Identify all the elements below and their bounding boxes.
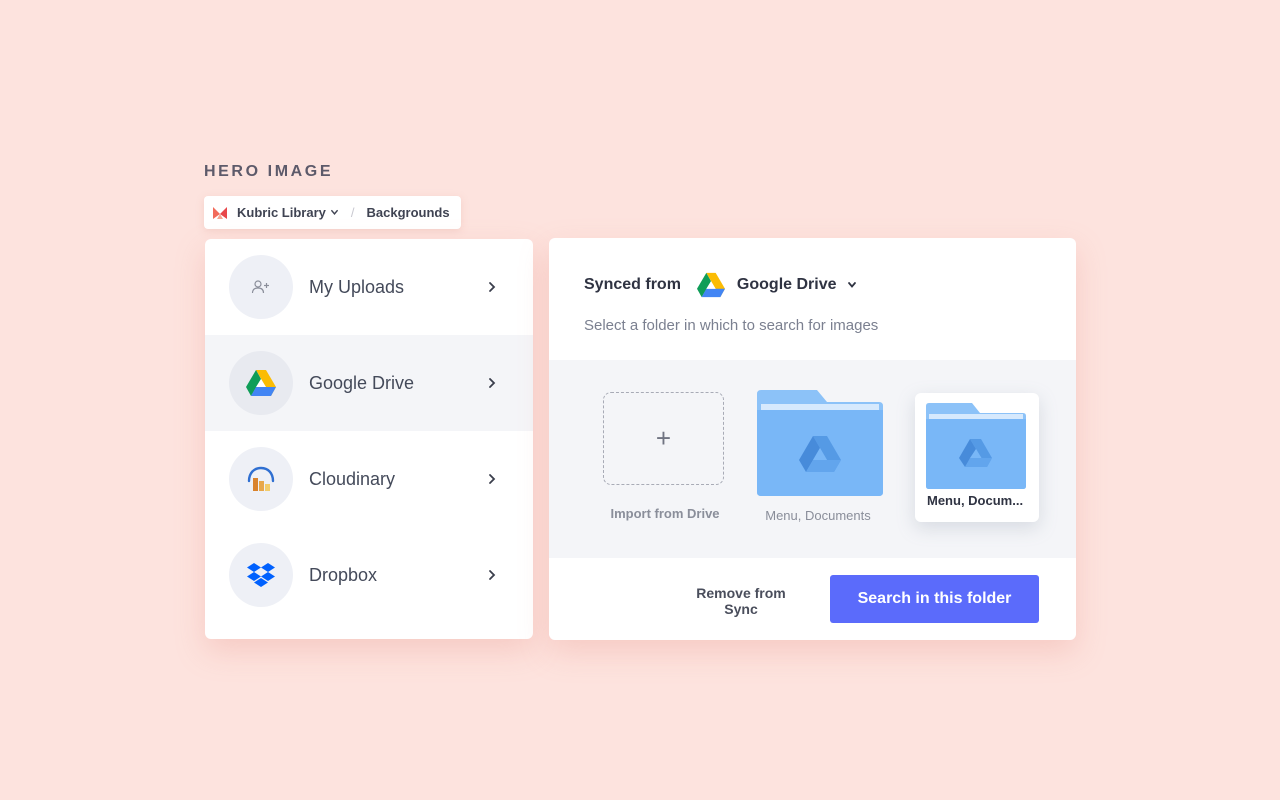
chevron-right-icon	[489, 282, 496, 292]
chevron-right-icon	[489, 474, 496, 484]
source-icon-circle	[229, 351, 293, 415]
chevron-down-icon[interactable]	[847, 280, 857, 290]
source-icon-circle	[229, 543, 293, 607]
folder-icon[interactable]	[757, 390, 883, 496]
breadcrumb-current[interactable]: Backgrounds	[366, 205, 449, 220]
source-icon-circle	[229, 255, 293, 319]
chevron-right-icon	[489, 570, 496, 580]
breadcrumb: Kubric Library / Backgrounds	[204, 196, 461, 229]
source-list: My Uploads Google Drive Cloudinary Dropb…	[205, 239, 533, 639]
remove-from-sync-button[interactable]: Remove from Sync	[675, 584, 807, 617]
source-item-cloudinary[interactable]: Cloudinary	[205, 431, 533, 527]
import-from-drive-button[interactable]: +	[603, 392, 724, 485]
panel-footer: Remove from Sync Search in this folder	[549, 558, 1076, 640]
synced-from-row: Synced from Google Drive	[584, 272, 857, 298]
import-label: Import from Drive	[610, 506, 720, 521]
source-item-google-drive[interactable]: Google Drive	[205, 335, 533, 431]
add-user-icon	[251, 280, 269, 294]
provider-dropdown[interactable]: Google Drive	[737, 276, 837, 294]
source-item-dropbox[interactable]: Dropbox	[205, 527, 533, 623]
plus-icon: +	[655, 423, 672, 453]
source-label: Dropbox	[309, 564, 378, 585]
chevron-right-icon	[489, 378, 496, 388]
source-label: Cloudinary	[309, 468, 396, 489]
folder-card-selected[interactable]: Menu, Docum...	[915, 393, 1039, 522]
folder-picker-panel: Synced from Google Drive Select a folder…	[549, 238, 1076, 640]
google-drive-icon	[246, 370, 276, 396]
source-label: My Uploads	[309, 276, 405, 297]
folder-icon	[926, 403, 1026, 489]
breadcrumb-library[interactable]: Kubric Library	[237, 205, 326, 220]
cloudinary-icon	[247, 466, 275, 491]
folder-hint-text: Select a folder in which to search for i…	[584, 317, 879, 334]
source-item-my-uploads[interactable]: My Uploads	[205, 239, 533, 335]
google-drive-icon	[696, 272, 725, 298]
synced-from-label: Synced from	[584, 276, 681, 293]
chevron-down-icon[interactable]	[330, 208, 339, 217]
folder-label: Menu, Docum...	[927, 493, 1024, 508]
folder-grid: + Import from Drive Menu, Documents Menu…	[549, 360, 1076, 558]
source-label: Google Drive	[309, 372, 415, 393]
source-icon-circle	[229, 447, 293, 511]
search-in-folder-button[interactable]: Search in this folder	[830, 575, 1039, 623]
breadcrumb-separator: /	[350, 205, 355, 220]
section-title: HERO IMAGE	[204, 163, 334, 180]
dropbox-icon	[247, 563, 275, 587]
kubric-logo-icon	[213, 206, 227, 219]
folder-label: Menu, Documents	[765, 508, 871, 523]
